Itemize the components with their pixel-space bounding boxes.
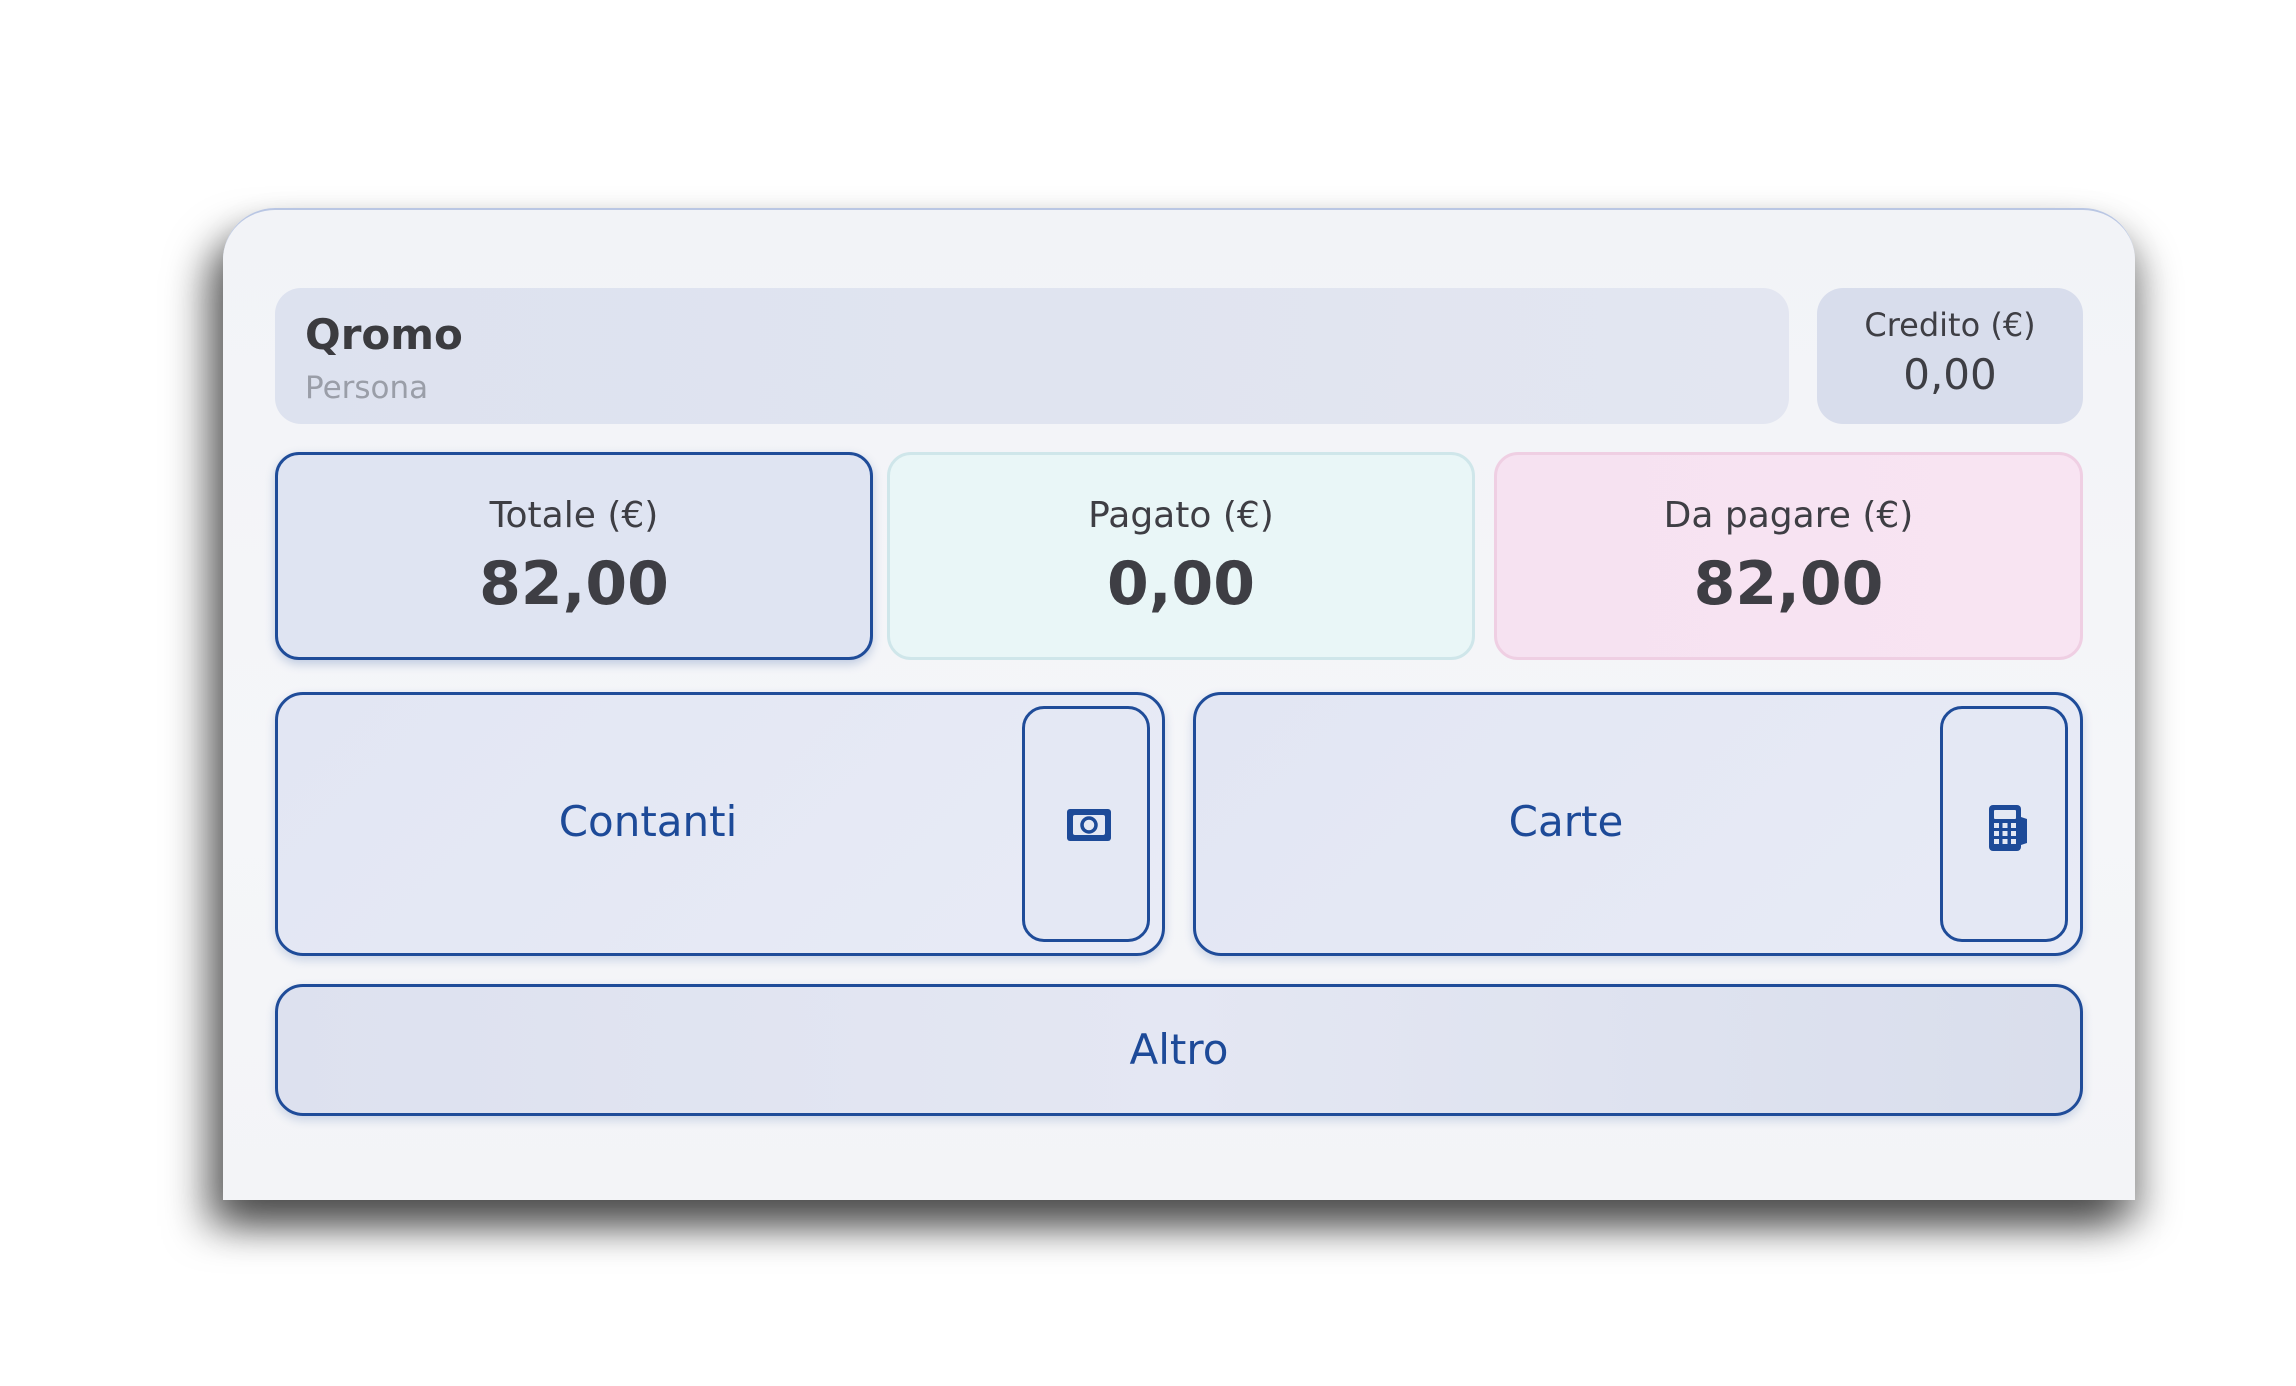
total-label: Totale (€) bbox=[489, 495, 659, 536]
customer-name: Qromo bbox=[305, 310, 463, 359]
paid-box: Pagato (€) 0,00 bbox=[887, 452, 1475, 660]
total-value: 82,00 bbox=[479, 549, 669, 619]
cash-icon-button[interactable] bbox=[1022, 706, 1150, 942]
customer-info[interactable]: Qromo Persona bbox=[275, 288, 1789, 424]
cash-icon bbox=[1067, 809, 1111, 841]
other-label: Altro bbox=[1129, 1025, 1229, 1074]
credit-value: 0,00 bbox=[1903, 350, 1997, 399]
card-icon-button[interactable] bbox=[1940, 706, 2068, 942]
card-terminal-icon bbox=[1989, 805, 2027, 851]
cash-payment-button[interactable]: Contanti bbox=[275, 692, 1165, 956]
due-value: 82,00 bbox=[1693, 549, 1884, 619]
paid-label: Pagato (€) bbox=[1088, 495, 1274, 536]
customer-type: Persona bbox=[305, 370, 429, 406]
cash-label: Contanti bbox=[558, 797, 738, 846]
card-payment-button[interactable]: Carte bbox=[1193, 692, 2083, 956]
payment-panel: Qromo Persona Credito (€) 0,00 Totale (€… bbox=[223, 208, 2135, 1200]
due-label: Da pagare (€) bbox=[1663, 495, 1914, 536]
other-payment-button[interactable]: Altro bbox=[275, 984, 2083, 1116]
card-label: Carte bbox=[1508, 797, 1624, 846]
total-box: Totale (€) 82,00 bbox=[275, 452, 873, 660]
credit-box: Credito (€) 0,00 bbox=[1817, 288, 2083, 424]
due-box: Da pagare (€) 82,00 bbox=[1494, 452, 2083, 660]
paid-value: 0,00 bbox=[1106, 549, 1256, 619]
credit-label: Credito (€) bbox=[1864, 306, 2036, 344]
